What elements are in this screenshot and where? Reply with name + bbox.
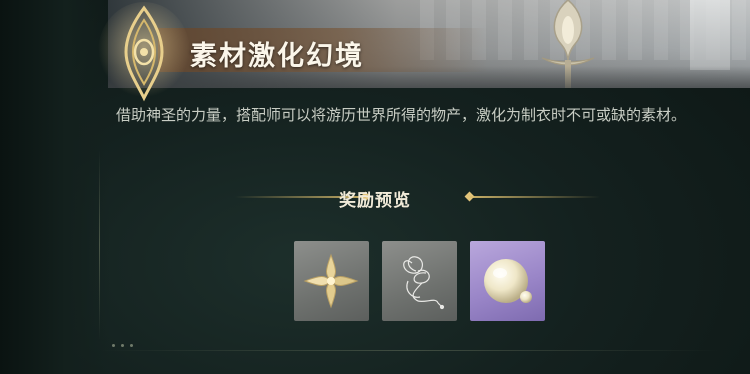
reward-item-pearl[interactable] (470, 241, 545, 321)
silver-thread-icon (403, 256, 445, 310)
banner-tower (690, 0, 730, 70)
reward-item-silver-thread[interactable] (382, 241, 457, 321)
page-title: 素材激化幻境 (190, 41, 364, 72)
eye-crest-icon (98, 2, 190, 102)
frame-divider-vertical (99, 150, 100, 340)
header-line-right (470, 196, 600, 198)
reward-preview-title: 奖励预览 (339, 191, 411, 211)
scene-banner: 素材激化幻境 (108, 0, 750, 88)
frame-dots (112, 344, 133, 347)
reward-item-list (294, 241, 545, 321)
reward-item-gold-flower[interactable] (294, 241, 369, 321)
frame-divider-horizontal (100, 350, 720, 351)
reward-preview-header: 奖励预览 (0, 184, 750, 211)
description-text: 借助神圣的力量，搭配师可以将游历世界所得的物产，激化为制衣时不可或缺的素材。 (116, 106, 687, 124)
gold-star-flower-icon (303, 253, 359, 309)
pearl-icon (484, 259, 532, 303)
